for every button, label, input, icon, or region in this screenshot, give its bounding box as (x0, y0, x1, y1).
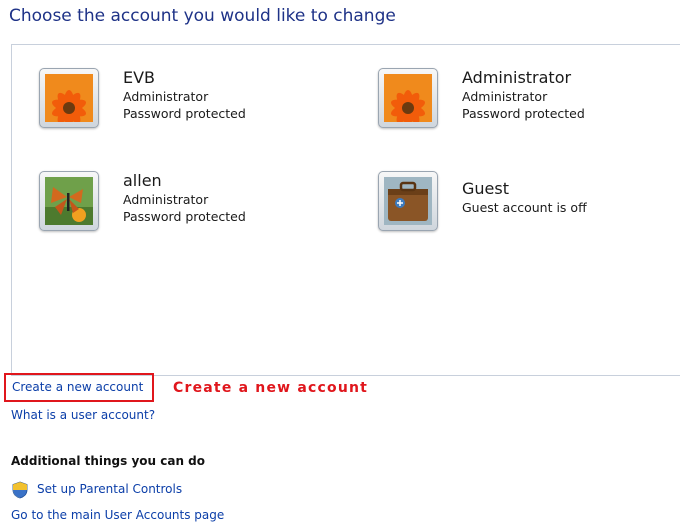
account-status: Password protected (123, 209, 246, 224)
annotation-label: Create a new account (173, 380, 369, 396)
account-picture (378, 171, 438, 231)
account-picture (39, 171, 99, 231)
suitcase-picture-icon (384, 177, 432, 225)
what-is-user-account-link[interactable]: What is a user account? (11, 408, 155, 422)
page-title: Choose the account you would like to cha… (9, 6, 396, 26)
account-guest[interactable]: Guest Guest account is off (378, 171, 678, 235)
account-allen[interactable]: allen Administrator Password protected (39, 171, 339, 235)
main-user-accounts-link[interactable]: Go to the main User Accounts page (11, 508, 224, 522)
account-status: Password protected (123, 106, 246, 121)
account-status: Guest account is off (462, 200, 587, 215)
account-name: EVB (123, 68, 156, 87)
accounts-panel: EVB Administrator Password protected Adm… (11, 44, 680, 376)
account-name: Administrator (462, 68, 572, 87)
account-picture (39, 68, 99, 128)
flower-picture-icon (45, 74, 93, 122)
account-administrator[interactable]: Administrator Administrator Password pro… (378, 68, 678, 132)
account-picture (378, 68, 438, 128)
account-type: Administrator (123, 192, 209, 207)
parental-controls-link[interactable]: Set up Parental Controls (37, 482, 182, 496)
account-evb[interactable]: EVB Administrator Password protected (39, 68, 339, 132)
account-name: allen (123, 171, 162, 190)
shield-icon (12, 481, 28, 499)
account-name: Guest (462, 179, 509, 198)
additional-heading: Additional things you can do (11, 454, 206, 468)
create-account-link[interactable]: Create a new account (12, 380, 143, 394)
butterfly-picture-icon (45, 177, 93, 225)
account-type: Administrator (462, 89, 548, 104)
flower-picture-icon (384, 74, 432, 122)
account-type: Administrator (123, 89, 209, 104)
account-status: Password protected (462, 106, 585, 121)
